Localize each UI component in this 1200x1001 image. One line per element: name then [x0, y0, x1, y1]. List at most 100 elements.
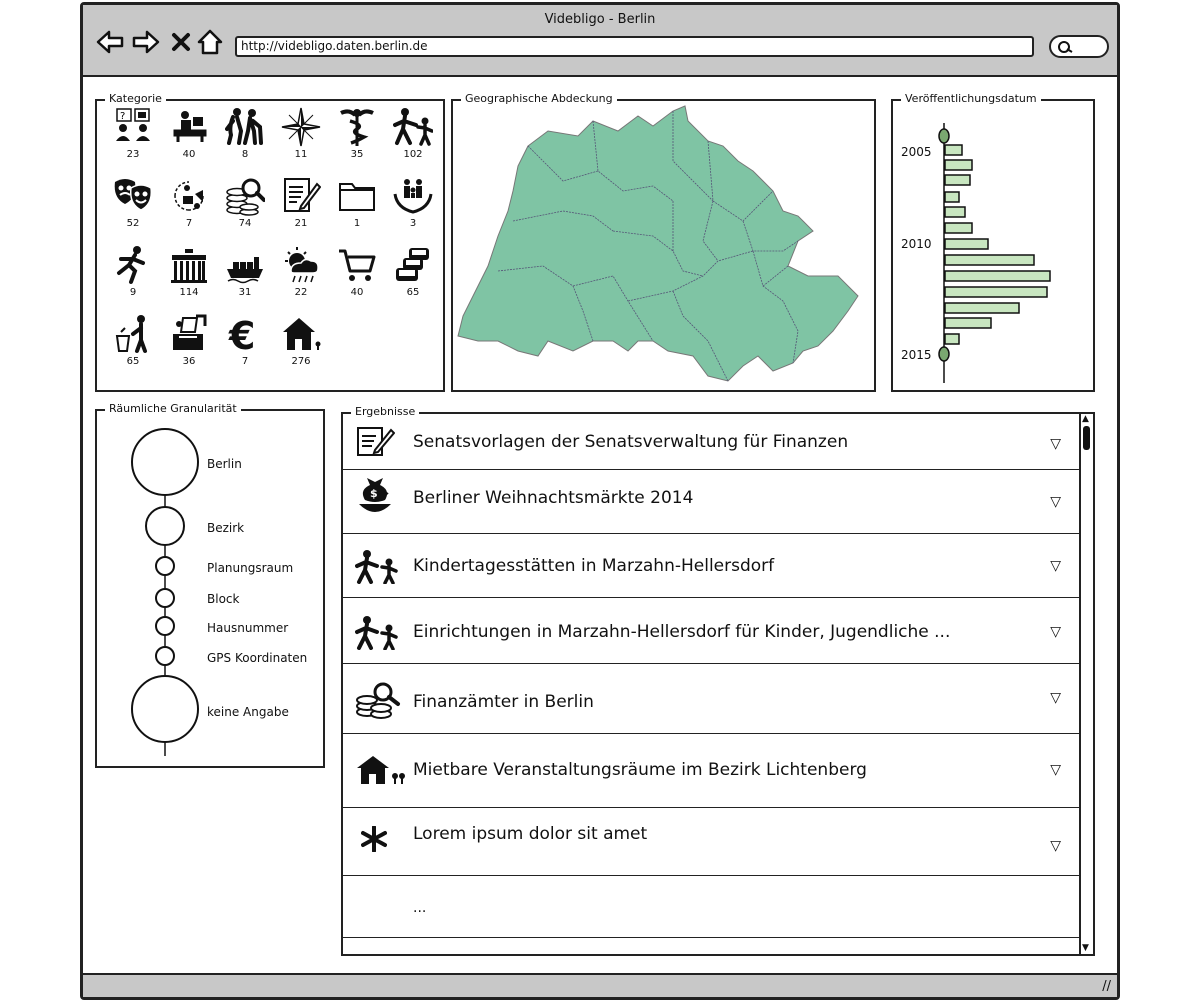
- granularity-panel: Räumliche Granularität Berlin Bezirk Pla…: [95, 402, 325, 768]
- category-item[interactable]: 74: [219, 176, 271, 238]
- category-item[interactable]: 114: [163, 245, 215, 307]
- result-row[interactable]: Kindertagesstätten in Marzahn-Hellersdor…: [343, 534, 1081, 598]
- category-item[interactable]: 40: [163, 107, 215, 169]
- resize-grip-icon[interactable]: //: [1102, 979, 1111, 994]
- compass-rose-icon: [281, 107, 321, 147]
- scroll-thumb[interactable]: [1083, 426, 1090, 450]
- category-item[interactable]: 102: [387, 107, 439, 169]
- document-pen-icon: [284, 178, 321, 212]
- category-item[interactable]: 8: [219, 107, 271, 169]
- category-item[interactable]: €7: [219, 314, 271, 376]
- result-title[interactable]: Lorem ipsum dolor sit amet: [413, 824, 647, 844]
- granularity-node-keine-angabe[interactable]: [131, 675, 199, 743]
- granularity-node-hausnummer[interactable]: [155, 616, 175, 636]
- result-title[interactable]: Kindertagesstätten in Marzahn-Hellersdor…: [413, 556, 774, 576]
- category-item[interactable]: 9: [107, 245, 159, 307]
- back-button[interactable]: [95, 27, 125, 57]
- granularity-label-berlin[interactable]: Berlin: [207, 457, 242, 471]
- category-item[interactable]: 52: [107, 176, 159, 238]
- result-row[interactable]: Lorem ipsum dolor sit amet ▽: [343, 808, 1081, 876]
- category-item[interactable]: 276: [275, 314, 327, 376]
- granularity-node-bezirk[interactable]: [145, 506, 185, 546]
- category-item[interactable]: 40: [331, 245, 383, 307]
- granularity-node-block[interactable]: [155, 588, 175, 608]
- expand-toggle[interactable]: ▽: [1050, 762, 1061, 778]
- category-item[interactable]: 11: [275, 107, 327, 169]
- category-item[interactable]: 1: [331, 176, 383, 238]
- range-handle-end[interactable]: [938, 346, 950, 362]
- category-count: 74: [238, 218, 252, 229]
- browser-window: Videbligo - Berlin http://videbligo.date…: [80, 2, 1120, 1000]
- date-bar: [944, 222, 973, 234]
- category-count: 102: [403, 149, 423, 160]
- results-list: Senatsvorlagen der Senatsverwaltung für …: [343, 414, 1081, 954]
- svg-text:?: ?: [120, 111, 125, 122]
- elderly-couple-icon: [225, 108, 263, 145]
- result-row[interactable]: Finanzämter in Berlin ▽: [343, 664, 1081, 734]
- category-count: 3: [409, 218, 417, 229]
- granularity-label-planungsraum[interactable]: Planungsraum: [207, 561, 293, 575]
- date-bar: [944, 317, 992, 329]
- expand-toggle[interactable]: ▽: [1050, 690, 1061, 706]
- close-icon: [172, 33, 190, 51]
- range-handle-start[interactable]: [938, 128, 950, 144]
- runner-icon: [117, 246, 145, 284]
- category-panel: Kategorie ? 23 40 8 11 35 102 52 7 74 21 1 3 9 114 31 22…: [95, 92, 445, 392]
- expand-toggle[interactable]: ▽: [1050, 624, 1061, 640]
- category-item[interactable]: 65: [107, 314, 159, 376]
- granularity-node-gps[interactable]: [155, 646, 175, 666]
- geo-legend: Geographische Abdeckung: [461, 92, 617, 106]
- result-row[interactable]: Einrichtungen in Marzahn-Hellersdorf für…: [343, 598, 1081, 664]
- result-title[interactable]: Berliner Weihnachtsmärkte 2014: [413, 488, 693, 508]
- category-item[interactable]: 35: [331, 107, 383, 169]
- granularity-label-hausnummer[interactable]: Hausnummer: [207, 621, 288, 635]
- granularity-node-planungsraum[interactable]: [155, 556, 175, 576]
- expand-toggle[interactable]: ▽: [1050, 494, 1061, 510]
- scroll-down-icon[interactable]: ▼: [1082, 944, 1089, 953]
- category-item[interactable]: 22: [275, 245, 327, 307]
- forward-button[interactable]: [131, 27, 161, 57]
- url-input[interactable]: http://videbligo.daten.berlin.de: [235, 36, 1034, 57]
- result-title[interactable]: Finanzämter in Berlin: [413, 692, 594, 712]
- status-bar: //: [83, 973, 1117, 997]
- result-title[interactable]: Mietbare Veranstaltungsräume im Bezirk L…: [413, 760, 867, 780]
- category-count: 8: [241, 149, 249, 160]
- date-bar: [944, 270, 1051, 282]
- date-bar: [944, 206, 966, 218]
- result-title[interactable]: Einrichtungen in Marzahn-Hellersdorf für…: [413, 622, 950, 642]
- category-count: 11: [294, 149, 308, 160]
- berlin-map[interactable]: [453, 101, 874, 390]
- category-item[interactable]: 21: [275, 176, 327, 238]
- granularity-label-block[interactable]: Block: [207, 592, 239, 606]
- result-row[interactable]: Senatsvorlagen der Senatsverwaltung für …: [343, 414, 1081, 470]
- results-scrollbar[interactable]: ▲ ▼: [1079, 414, 1093, 954]
- granularity-label-gps[interactable]: GPS Koordinaten: [207, 651, 307, 665]
- category-item[interactable]: 7: [163, 176, 215, 238]
- granularity-node-berlin[interactable]: [131, 428, 199, 496]
- date-panel: Veröffentlichungsdatum 2005 2010 2015: [891, 92, 1095, 392]
- expand-toggle[interactable]: ▽: [1050, 838, 1061, 854]
- result-row[interactable]: $ Berliner Weihnachtsmärkte 2014 ▽: [343, 470, 1081, 534]
- search-button[interactable]: [1049, 35, 1109, 58]
- expand-toggle[interactable]: ▽: [1050, 436, 1061, 452]
- category-count: 65: [126, 356, 140, 367]
- category-item[interactable]: 31: [219, 245, 271, 307]
- date-bar: [944, 191, 960, 203]
- category-item[interactable]: ? 23: [107, 107, 159, 169]
- result-title[interactable]: Senatsvorlagen der Senatsverwaltung für …: [413, 432, 848, 452]
- home-button[interactable]: [195, 27, 225, 57]
- scroll-up-icon[interactable]: ▲: [1082, 415, 1089, 424]
- category-item[interactable]: 36: [163, 314, 215, 376]
- parent-child-icon: [393, 108, 433, 146]
- category-count: 40: [350, 287, 364, 298]
- expand-toggle[interactable]: ▽: [1050, 558, 1061, 574]
- category-item[interactable]: 65: [387, 245, 439, 307]
- result-row[interactable]: ...: [343, 876, 1081, 938]
- result-row[interactable]: Mietbare Veranstaltungsräume im Bezirk L…: [343, 734, 1081, 808]
- granularity-label-bezirk[interactable]: Bezirk: [207, 521, 244, 535]
- category-item[interactable]: 3: [387, 176, 439, 238]
- parent-child-icon: [355, 616, 405, 654]
- date-bar: [944, 238, 989, 250]
- date-bar: [944, 286, 1048, 298]
- granularity-label-keine-angabe[interactable]: keine Angabe: [207, 705, 289, 719]
